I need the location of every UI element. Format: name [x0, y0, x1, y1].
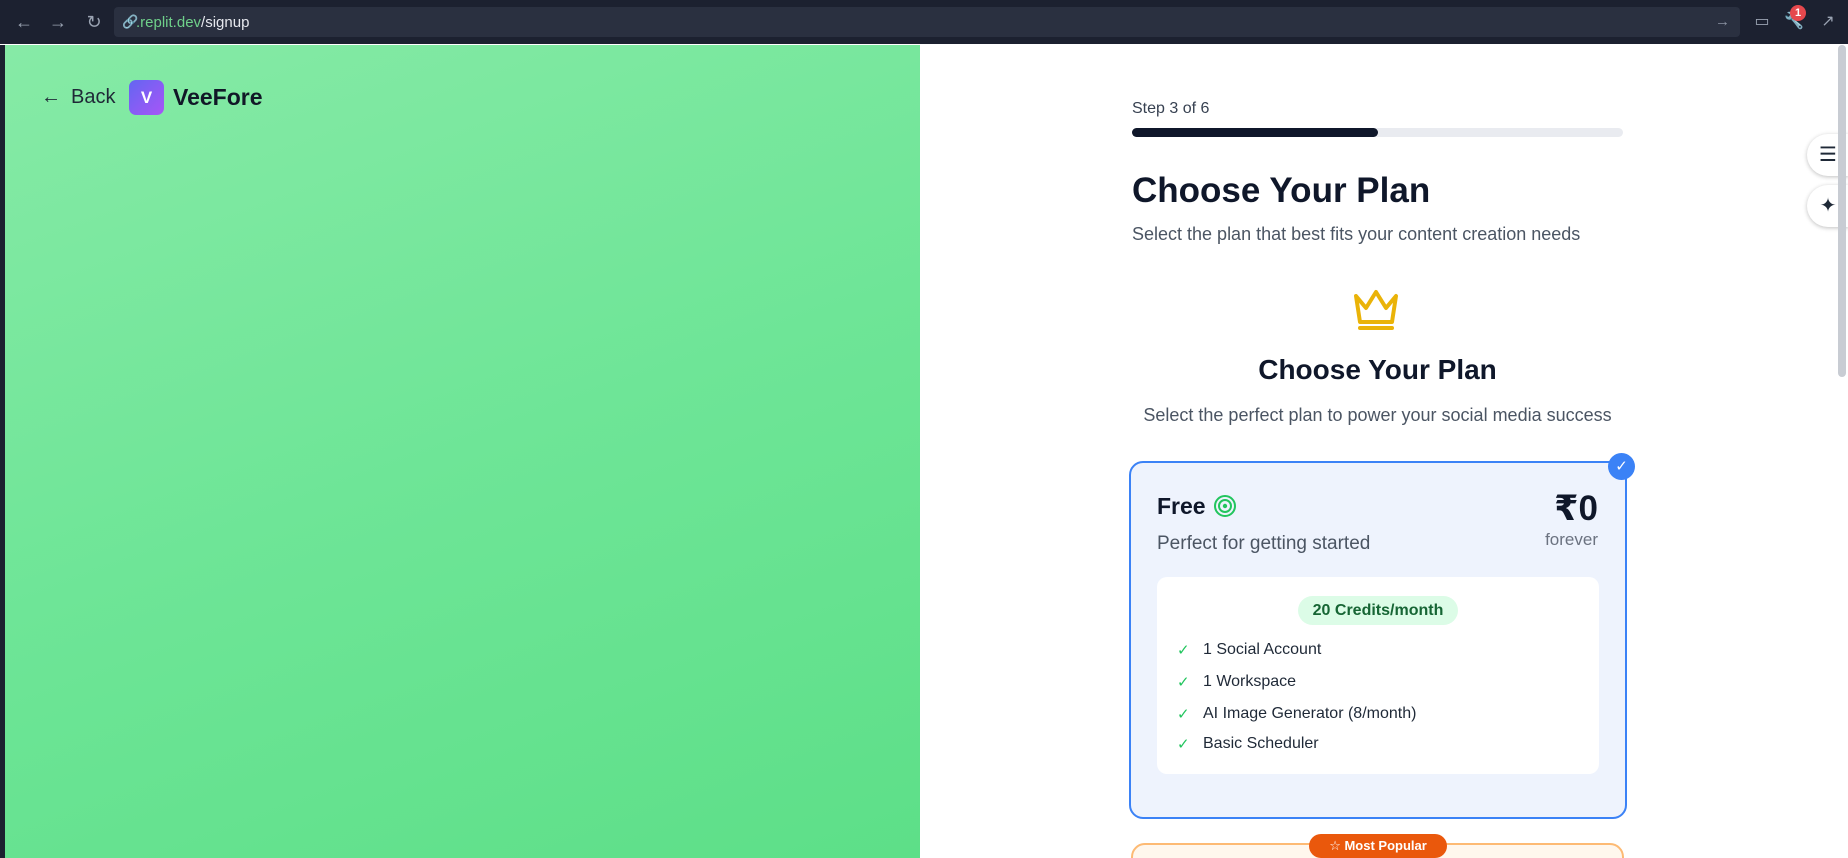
list-item: ✓ 1 Workspace	[1177, 673, 1297, 691]
arrow-right-icon[interactable]: →	[48, 12, 68, 32]
progress-bar	[1132, 128, 1623, 137]
check-icon: ✓	[1177, 674, 1190, 691]
selected-check-icon: ✓	[1608, 453, 1635, 480]
plan-description: Perfect for getting started	[1157, 533, 1371, 554]
brand-panel	[5, 45, 920, 858]
check-icon: ✓	[1177, 736, 1190, 753]
list-item: ✓ AI Image Generator (8/month)	[1177, 705, 1417, 723]
plan-price: ₹0	[1554, 489, 1598, 528]
monitor-icon[interactable]: ▭	[1752, 12, 1772, 32]
list-item: ✓ Basic Scheduler	[1177, 735, 1319, 753]
external-link-icon[interactable]: ↗	[1818, 12, 1838, 32]
crown-icon	[1354, 290, 1398, 330]
scrollbar[interactable]	[1838, 45, 1846, 377]
arrow-left-icon[interactable]: ←	[14, 12, 34, 32]
section-subtitle: Select the perfect plan to power your so…	[1143, 405, 1612, 425]
progress-fill	[1132, 128, 1378, 137]
page-title: Choose Your Plan	[1132, 171, 1431, 210]
go-icon[interactable]: →	[1715, 13, 1730, 30]
arrow-left-icon: ←	[41, 86, 61, 108]
url-text[interactable]: .replit.dev/signup	[136, 14, 249, 31]
section-title: Choose Your Plan	[1258, 354, 1497, 385]
step-indicator: Step 3 of 6	[1132, 100, 1210, 117]
reload-icon[interactable]: ↻	[84, 12, 104, 32]
back-label: Back	[71, 85, 116, 108]
plan-name: Free	[1157, 493, 1206, 519]
logo: V	[129, 80, 164, 115]
address-bar[interactable]: 🔗 .replit.dev/signup →	[114, 7, 1740, 37]
back-button[interactable]: ← Back	[41, 85, 115, 109]
most-popular-badge: ☆ Most Popular	[1309, 834, 1447, 858]
list-item: ✓ 1 Social Account	[1177, 641, 1322, 659]
check-icon: ✓	[1177, 706, 1190, 723]
notification-badge: 1	[1790, 5, 1806, 21]
target-icon	[1214, 495, 1236, 517]
brand-name: VeeFore	[173, 84, 263, 110]
page-subtitle: Select the plan that best fits your cont…	[1132, 224, 1581, 244]
check-icon: ✓	[1177, 642, 1190, 659]
credits-badge: 20 Credits/month	[1298, 596, 1458, 625]
plan-period: forever	[1545, 530, 1598, 549]
